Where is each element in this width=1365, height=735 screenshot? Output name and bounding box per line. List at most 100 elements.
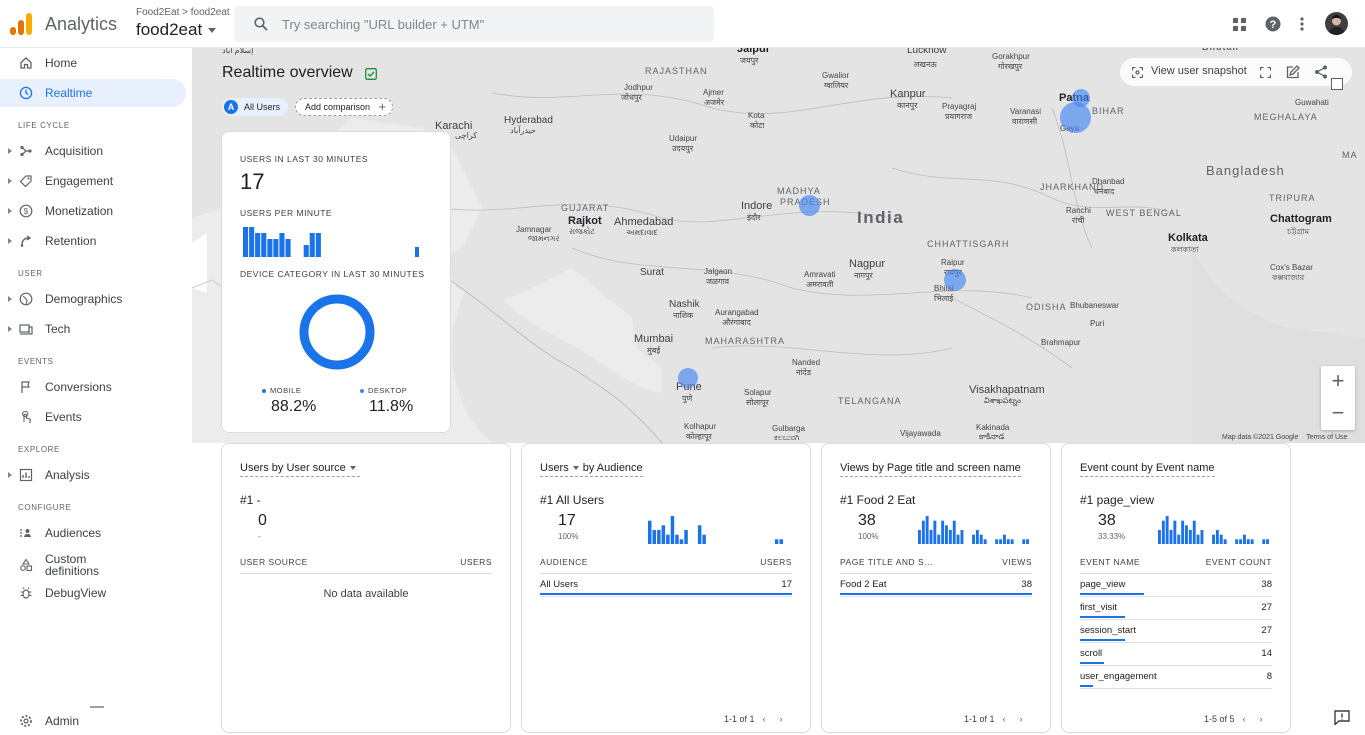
card-title[interactable]: Users by Audience <box>540 462 643 477</box>
sparkline-chart[interactable] <box>648 514 784 544</box>
table-row[interactable]: page_view 38 <box>1080 575 1272 597</box>
row-label[interactable]: Food 2 Eat <box>840 579 886 590</box>
help-icon[interactable]: ? <box>1265 16 1281 32</box>
expand-arrow-icon[interactable] <box>8 238 12 244</box>
row-label[interactable]: session_start <box>1080 625 1136 636</box>
sparkline-bar <box>995 539 999 544</box>
row-label[interactable]: scroll <box>1080 648 1102 659</box>
sparkline-chart[interactable] <box>1158 514 1270 544</box>
retention-icon <box>20 235 32 247</box>
all-users-chip[interactable]: A All Users <box>222 98 289 116</box>
sparkline-chart[interactable] <box>918 514 1030 544</box>
row-label[interactable]: first_visit <box>1080 602 1117 613</box>
per-minute-bar <box>243 227 249 257</box>
col-users: USERS <box>760 557 792 567</box>
prev-page-icon[interactable]: ‹ <box>1003 714 1006 724</box>
sparkline-bar <box>948 530 952 544</box>
table-row[interactable]: All Users 17 <box>540 575 792 597</box>
prev-page-icon[interactable]: ‹ <box>1243 714 1246 724</box>
sparkline-bar <box>1161 520 1165 544</box>
share-icon[interactable] <box>1314 65 1328 79</box>
device-donut-chart[interactable] <box>297 292 377 372</box>
user-bubble[interactable] <box>678 368 698 388</box>
nav-admin[interactable]: Admin <box>0 707 186 735</box>
nav-monetization[interactable]: $ Monetization <box>0 197 186 225</box>
nav-demographics[interactable]: Demographics <box>0 285 186 313</box>
nav-conversions[interactable]: Conversions <box>0 373 186 401</box>
sparkline-bar <box>684 530 688 544</box>
feedback-icon[interactable] <box>1334 710 1350 725</box>
table-row[interactable]: user_engagement 8 <box>1080 667 1272 689</box>
user-bubble[interactable] <box>1072 89 1090 107</box>
nav-acquisition[interactable]: Acquisition <box>0 137 186 165</box>
nav-audiences[interactable]: Audiences <box>0 519 186 547</box>
col-users: USERS <box>460 557 492 567</box>
property-selector[interactable]: food2eat <box>136 20 217 40</box>
user-bubble[interactable] <box>799 195 820 216</box>
nav-tech[interactable]: Tech <box>0 315 186 343</box>
fullscreen-icon[interactable] <box>1260 67 1271 78</box>
header-divider <box>840 573 1032 574</box>
search-box[interactable] <box>234 6 714 42</box>
zoom-in-button[interactable]: + <box>1321 366 1355 398</box>
nav-engagement[interactable]: Engagement <box>0 167 186 195</box>
row-label[interactable]: page_view <box>1080 579 1125 590</box>
add-comparison-button[interactable]: Add comparison + <box>295 98 394 116</box>
verified-check-icon[interactable] <box>365 67 377 80</box>
sparkline-bar <box>648 520 652 544</box>
top-percent: 100% <box>558 532 579 541</box>
card-title[interactable]: Event count by Event name <box>1080 462 1215 477</box>
user-bubble[interactable] <box>944 269 966 291</box>
terms-link[interactable]: Terms of Use <box>1306 434 1347 441</box>
apps-grid-icon[interactable] <box>1233 18 1246 31</box>
sparkline-bar <box>1185 525 1188 544</box>
table-row[interactable]: scroll 14 <box>1080 644 1272 666</box>
user-bubble[interactable] <box>1060 102 1091 133</box>
fullscreen-focus-icon[interactable] <box>1132 67 1143 78</box>
next-page-icon[interactable]: › <box>1020 714 1023 724</box>
next-page-icon[interactable]: › <box>1260 714 1263 724</box>
table-row[interactable]: first_visit 27 <box>1080 598 1272 620</box>
nav-home[interactable]: Home <box>0 49 186 77</box>
sparkline-bar <box>941 520 945 544</box>
expand-arrow-icon[interactable] <box>8 178 12 184</box>
expand-arrow-icon[interactable] <box>8 326 12 332</box>
next-page-icon[interactable]: › <box>780 714 783 724</box>
expand-arrow-icon[interactable] <box>8 148 12 154</box>
top-rank: #1 Food 2 Eat <box>840 493 916 507</box>
zoom-out-button[interactable]: − <box>1321 398 1355 430</box>
nav-events[interactable]: Events <box>0 403 186 431</box>
nav-custom-definitions[interactable]: Custom definitions <box>0 549 186 581</box>
nav-demographics-label: Demographics <box>45 292 123 306</box>
row-label[interactable]: All Users <box>540 579 578 590</box>
card-title[interactable]: Views by Page title and screen name <box>840 462 1021 477</box>
nav-analysis[interactable]: Analysis <box>0 461 186 489</box>
row-label[interactable]: user_engagement <box>1080 671 1157 682</box>
row-share-bar <box>1080 685 1093 687</box>
expand-arrow-icon[interactable] <box>8 296 12 302</box>
edit-report-icon[interactable] <box>1286 65 1300 79</box>
per-minute-bar <box>249 227 255 257</box>
analytics-logo-icon[interactable] <box>10 13 32 35</box>
flag-report-icon[interactable] <box>1331 78 1343 90</box>
expand-arrow-icon[interactable] <box>8 472 12 478</box>
nav-realtime[interactable]: Realtime <box>0 79 186 107</box>
top-value: 0 <box>258 512 267 529</box>
nav-debugview-label: DebugView <box>45 586 107 600</box>
users-per-minute-chart[interactable] <box>243 223 425 257</box>
search-input[interactable] <box>282 14 702 34</box>
nav-debugview[interactable]: DebugView <box>0 579 186 607</box>
account-breadcrumb[interactable]: Food2Eat > food2eat <box>136 7 230 18</box>
expand-arrow-icon[interactable] <box>8 208 12 214</box>
view-user-snapshot-button[interactable]: View user snapshot <box>1151 65 1247 77</box>
zoom-control: + − <box>1321 366 1355 430</box>
per-minute-bar <box>285 239 291 257</box>
prev-page-icon[interactable]: ‹ <box>763 714 766 724</box>
avatar[interactable] <box>1325 12 1348 35</box>
table-row[interactable]: session_start 27 <box>1080 621 1272 643</box>
card-title[interactable]: Users by User source <box>240 462 360 477</box>
section-events: EVENTS <box>18 357 54 366</box>
more-vert-icon[interactable] <box>1300 17 1304 31</box>
nav-retention[interactable]: Retention <box>0 227 186 255</box>
table-row[interactable]: Food 2 Eat 38 <box>840 575 1032 597</box>
